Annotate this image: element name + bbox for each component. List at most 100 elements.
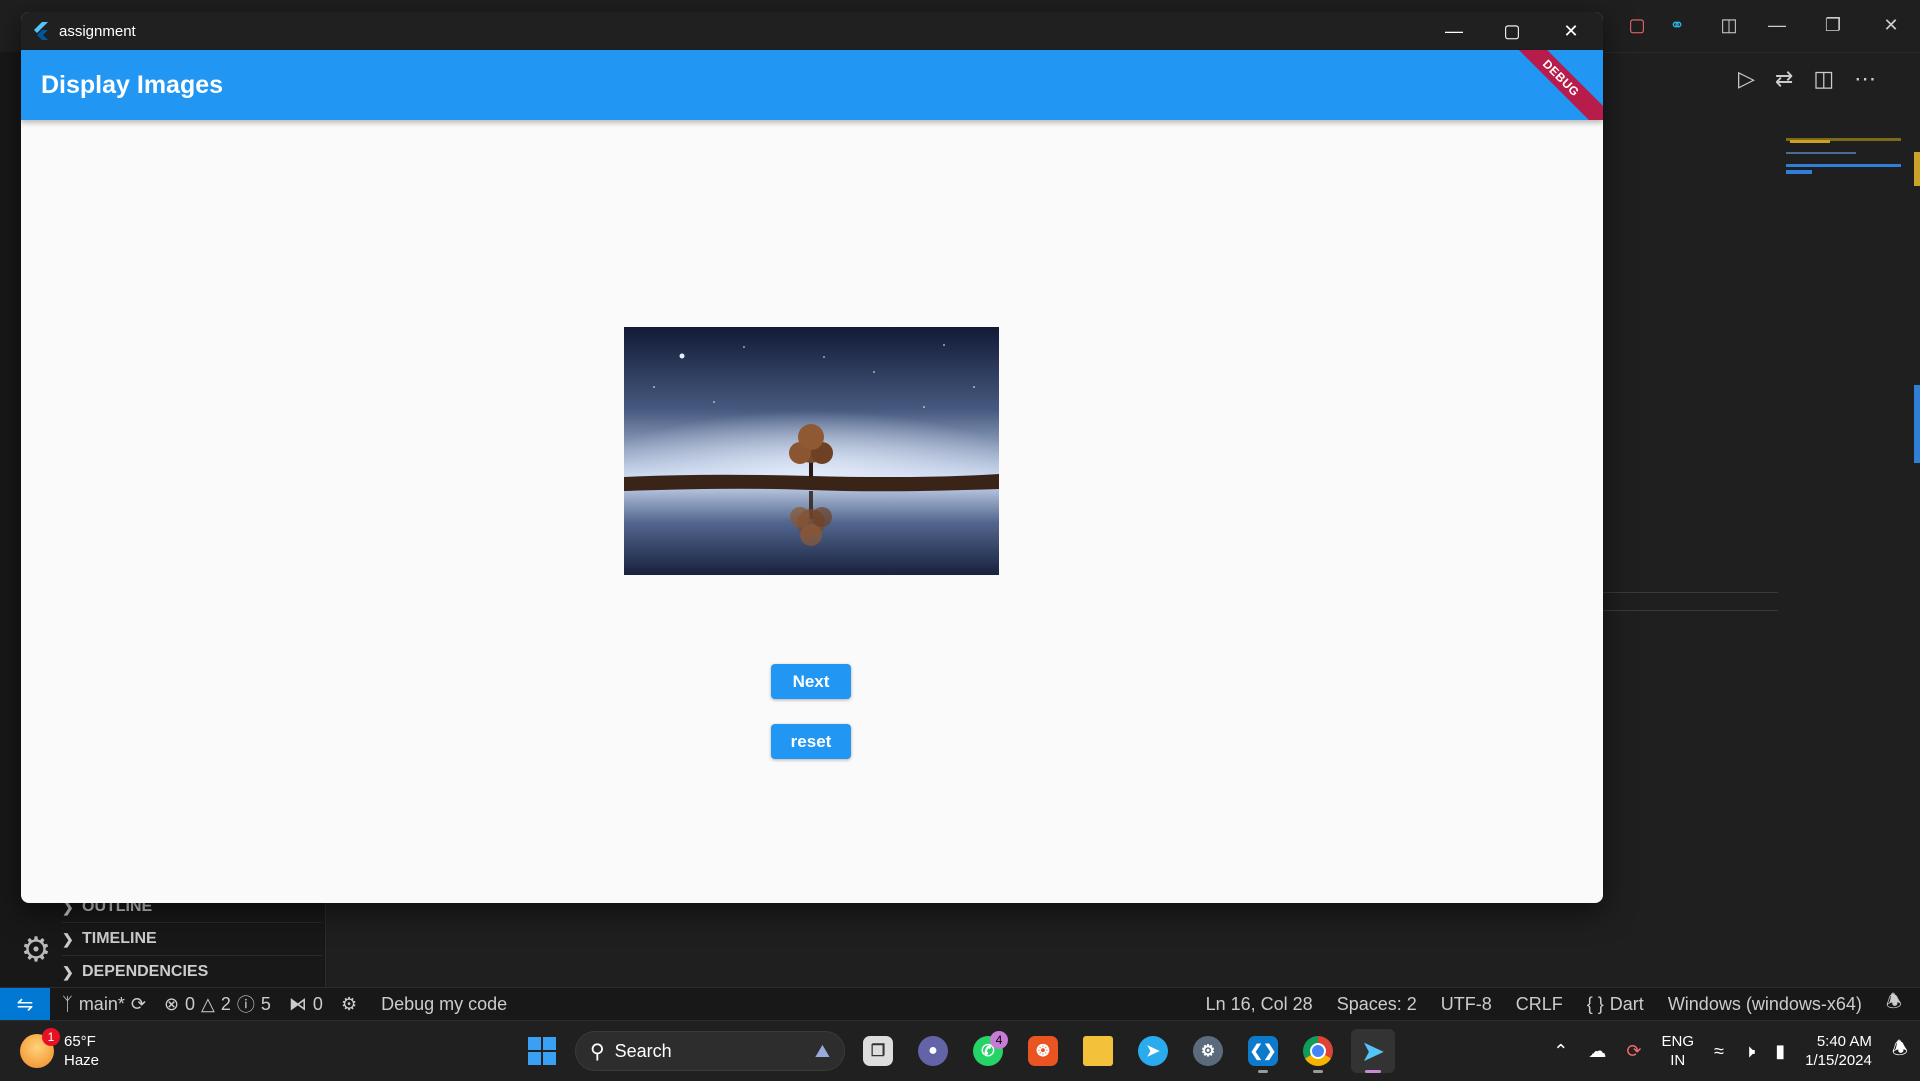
settings-button[interactable]: ⚙: [1186, 1029, 1230, 1073]
vscode-button[interactable]: ❮❯: [1241, 1029, 1285, 1073]
reset-button[interactable]: reset: [771, 724, 851, 759]
windows-logo-icon: [528, 1037, 556, 1065]
more-actions-icon[interactable]: ⋯: [1854, 66, 1876, 92]
compare-changes-icon[interactable]: ⇄: [1775, 66, 1793, 92]
weather-badge: 1: [42, 1028, 60, 1046]
app-window-title: assignment: [59, 22, 136, 40]
ubuntu-button[interactable]: ❂: [1021, 1029, 1065, 1073]
clock-time: 5:40 AM: [1816, 1033, 1872, 1050]
night-tree-reflection-image: [624, 327, 999, 575]
app-close-icon[interactable]: ✕: [1542, 12, 1600, 50]
wifi-icon[interactable]: ≈: [1714, 1041, 1724, 1062]
sync-icon: ⟳: [130, 993, 146, 1014]
clock[interactable]: 5:40 AM 1/15/2024: [1805, 1032, 1872, 1070]
notification-bell-icon[interactable]: 🕭: [1892, 1036, 1908, 1066]
search-icon: ⚲: [590, 1040, 605, 1063]
start-button[interactable]: [520, 1029, 564, 1073]
statusbar: ⇋ ᛉ main* ⟳ ⊗ 0 △ 2 ⓘ 5 ⧑ 0 ⚙ Debug my code …: [0, 987, 1920, 1020]
flutter-app-button[interactable]: ➤: [1351, 1029, 1395, 1073]
ports-indicator[interactable]: ⧑ 0: [289, 994, 323, 1015]
volume-icon[interactable]: 🕨: [1744, 1041, 1755, 1062]
editor-actions: ▷ ⇄ ◫ ⋯: [1738, 62, 1876, 96]
sidebar-section-timeline[interactable]: ❯ TIMELINE: [62, 922, 322, 955]
teams-chat-button[interactable]: ●: [911, 1029, 955, 1073]
vscode-accounts-icon[interactable]: ▢: [1622, 12, 1652, 38]
info-count: 5: [260, 993, 271, 1014]
app-window-titlebar[interactable]: assignment — ▢ ✕: [21, 12, 1603, 50]
file-explorer-button[interactable]: [1076, 1029, 1120, 1073]
windows-taskbar: 1 65°F Haze ⚲ Search ⛰ ❐ ● ✆ 4 ❂ ➤ ⚙ ❮❯ …: [0, 1020, 1920, 1081]
show-hidden-icons-chevron-icon[interactable]: ⌃: [1553, 1041, 1568, 1062]
running-indicator: [1258, 1070, 1268, 1073]
task-view-icon: ❐: [863, 1036, 893, 1066]
branch-indicator[interactable]: ᛉ main* ⟳: [62, 994, 146, 1015]
flutter-logo-icon: [34, 22, 48, 40]
telegram-icon: ➤: [1138, 1036, 1168, 1066]
system-tray: ⌃ ☁ ⟳ ENG IN ≈ 🕨 ▮ 5:40 AM 1/15/2024 🕭: [1553, 1029, 1908, 1073]
device-platform[interactable]: Windows (windows-x64): [1668, 994, 1862, 1015]
debug-icon: ⚙: [340, 993, 358, 1014]
debug-label: Debug my code: [381, 993, 508, 1014]
notifications-bell-icon[interactable]: 🕭: [1886, 989, 1902, 1019]
folder-icon: [1083, 1036, 1113, 1066]
vscode-restore-icon[interactable]: ❐: [1818, 12, 1848, 38]
sidebar-section-label: DEPENDENCIES: [82, 963, 209, 980]
chat-icon: ●: [918, 1036, 948, 1066]
language-code: ENG: [1661, 1033, 1694, 1050]
search-highlight-icon: ⛰: [814, 1040, 830, 1061]
language-mode[interactable]: { } Dart: [1587, 994, 1644, 1015]
whatsapp-button[interactable]: ✆ 4: [966, 1029, 1010, 1073]
next-button[interactable]: Next: [771, 664, 851, 699]
sync-status-icon[interactable]: ⟳: [1626, 1041, 1641, 1062]
vscode-search-icon[interactable]: ⚭: [1662, 12, 1692, 38]
flutter-app-window: assignment — ▢ ✕ Display Images DEBUG Ne…: [21, 12, 1603, 903]
task-view-button[interactable]: ❐: [856, 1029, 900, 1073]
battery-icon[interactable]: ▮: [1775, 1041, 1785, 1062]
branch-name: main*: [78, 993, 125, 1014]
problems-indicator[interactable]: ⊗ 0 △ 2 ⓘ 5: [164, 991, 271, 1017]
layout-icon[interactable]: ◫: [1714, 12, 1744, 38]
error-count: 0: [185, 993, 196, 1014]
indentation[interactable]: Spaces: 2: [1337, 994, 1417, 1015]
app-maximize-icon[interactable]: ▢: [1483, 12, 1541, 50]
vscode-close-icon[interactable]: ✕: [1876, 12, 1906, 38]
info-icon: ⓘ: [236, 995, 255, 1015]
displayed-image: [624, 327, 999, 575]
scrollbar-marker: [1914, 152, 1920, 186]
input-language[interactable]: ENG IN: [1661, 1032, 1694, 1070]
braces-icon: { }: [1586, 993, 1604, 1014]
encoding[interactable]: UTF-8: [1441, 994, 1492, 1015]
search-label: Search: [614, 1040, 672, 1061]
vscode-icon: ❮❯: [1248, 1036, 1278, 1066]
app-minimize-icon[interactable]: —: [1425, 12, 1483, 50]
taskbar-search[interactable]: ⚲ Search ⛰: [575, 1031, 845, 1071]
page-title: Display Images: [41, 70, 224, 99]
cursor-position[interactable]: Ln 16, Col 28: [1206, 994, 1313, 1015]
sidebar-section-dependencies[interactable]: ❯ DEPENDENCIES: [62, 955, 322, 988]
git-branch-icon: ᛉ: [62, 993, 73, 1014]
debug-indicator[interactable]: ⚙ Debug my code: [341, 994, 507, 1015]
weather-haze-icon: 1: [20, 1028, 60, 1068]
weather-temp: 65°F: [64, 1033, 96, 1050]
remote-window-icon[interactable]: ⇋: [0, 988, 50, 1020]
ports-count: 0: [312, 993, 323, 1014]
telegram-button[interactable]: ➤: [1131, 1029, 1175, 1073]
weather-condition: Haze: [64, 1052, 100, 1069]
scrollbar-indicator[interactable]: [1914, 385, 1920, 463]
line-ending[interactable]: CRLF: [1516, 994, 1563, 1015]
chrome-button[interactable]: [1296, 1029, 1340, 1073]
weather-widget[interactable]: 1 65°F Haze: [20, 1028, 100, 1073]
minimap: [1786, 138, 1901, 178]
run-icon[interactable]: ▷: [1738, 66, 1755, 92]
app-bar: Display Images DEBUG: [21, 50, 1603, 120]
broadcast-icon: ⧑: [288, 993, 307, 1014]
manage-gear-icon[interactable]: ⚙: [14, 928, 58, 972]
chevron-right-icon: ❯: [62, 930, 74, 947]
split-editor-icon[interactable]: ◫: [1813, 66, 1834, 92]
vscode-minimize-icon[interactable]: —: [1762, 12, 1792, 38]
warning-count: 2: [220, 993, 231, 1014]
warning-icon: △: [201, 993, 215, 1014]
chrome-icon: [1303, 1036, 1333, 1066]
error-icon: ⊗: [163, 993, 180, 1014]
onedrive-icon[interactable]: ☁: [1588, 1041, 1606, 1062]
